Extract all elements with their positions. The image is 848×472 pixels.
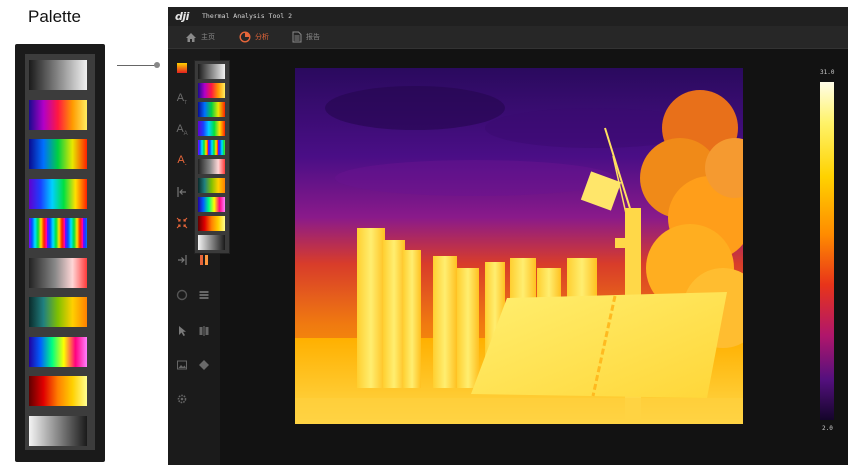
text-tool[interactable]: AT [174, 91, 190, 107]
range-right-icon [178, 255, 187, 265]
palette-option-medical[interactable] [198, 140, 225, 155]
cursor-tool[interactable] [174, 323, 190, 339]
scale-min-value: 2.0 [822, 425, 833, 432]
text-icon: AT [176, 91, 188, 107]
palette-option-white-hot[interactable] [198, 64, 225, 79]
nav-report[interactable]: 报告 [292, 30, 320, 44]
image-icon [177, 360, 187, 370]
palette-swatch-medical [29, 218, 87, 248]
app-title: Thermal Analysis Tool 2 [202, 12, 293, 20]
palette-swatch-white-hot [29, 60, 87, 90]
nav-analyze[interactable]: 分析 [239, 30, 269, 44]
palette-option-arctic[interactable] [198, 159, 225, 174]
palette-caption: Palette [28, 7, 81, 26]
circle-tool[interactable] [174, 287, 190, 303]
nav-analyze-label: 分析 [255, 34, 269, 41]
document-icon [292, 31, 302, 43]
diamond-icon [199, 360, 209, 370]
collapse-tool[interactable] [174, 215, 190, 231]
text-color-tool[interactable]: A- [174, 153, 190, 169]
layers-tool[interactable] [196, 287, 212, 303]
split-icon [199, 326, 209, 336]
cursor-icon [179, 326, 186, 336]
palette-tool[interactable] [174, 60, 190, 76]
home-icon [186, 32, 196, 42]
range-left-tool[interactable] [174, 184, 190, 200]
palette-icon [177, 63, 187, 73]
scale-max-value: 31.0 [820, 69, 835, 76]
nav-bar: 主页 分析 报告 [168, 26, 848, 49]
palette-swatch-rainbow-1 [29, 297, 87, 327]
dji-logo: dji [175, 10, 189, 23]
palette-swatch-rainbow-2 [29, 337, 87, 367]
settings-tool[interactable] [174, 391, 190, 407]
palette-swatch-fulgurite [29, 100, 87, 130]
nav-home[interactable]: 主页 [185, 30, 215, 44]
palette-swatch-black-hot [29, 416, 87, 446]
text-color-icon: A- [177, 153, 187, 169]
temperature-scale-bar [820, 82, 834, 420]
collapse-icon [176, 217, 188, 229]
palette-swatch-tint [29, 376, 87, 406]
palette-option-tint[interactable] [198, 216, 225, 231]
callout-line [117, 65, 155, 66]
thermal-image-canvas [295, 68, 743, 424]
circle-measure-icon [176, 289, 188, 301]
palette-dropdown [194, 60, 230, 254]
isotherm-icon [200, 255, 208, 265]
range-right-tool[interactable] [174, 252, 190, 268]
nav-home-label: 主页 [201, 34, 215, 41]
image-tool[interactable] [174, 357, 190, 373]
palette-swatch-arctic [29, 258, 87, 288]
pie-chart-icon [239, 31, 251, 43]
diamond-tool[interactable] [196, 357, 212, 373]
palette-option-rainbow-2[interactable] [198, 197, 225, 212]
palette-strip-inner [25, 54, 95, 450]
palette-option-fulgurite[interactable] [198, 83, 225, 98]
split-tool[interactable] [196, 323, 212, 339]
range-left-icon [177, 187, 186, 197]
text-size-tool[interactable]: AA [174, 122, 190, 138]
isotherm-tool[interactable] [196, 252, 212, 268]
app-window: dji Thermal Analysis Tool 2 主页 分析 报告 AT … [168, 7, 848, 465]
thermal-image[interactable] [295, 68, 743, 424]
palette-option-iron-red[interactable] [198, 102, 225, 117]
palette-strip-enlarged [15, 44, 105, 462]
nav-report-label: 报告 [306, 34, 320, 41]
palette-swatch-iron-red [29, 139, 87, 169]
palette-option-hot-iron[interactable] [198, 121, 225, 136]
palette-option-black-hot[interactable] [198, 235, 225, 250]
palette-option-rainbow-1[interactable] [198, 178, 225, 193]
palette-swatch-hot-iron [29, 179, 87, 209]
text-size-icon: AA [176, 122, 188, 138]
callout-dot [154, 62, 160, 68]
title-bar: dji Thermal Analysis Tool 2 [168, 7, 848, 26]
layers-icon [199, 291, 209, 299]
settings-icon [177, 394, 187, 404]
